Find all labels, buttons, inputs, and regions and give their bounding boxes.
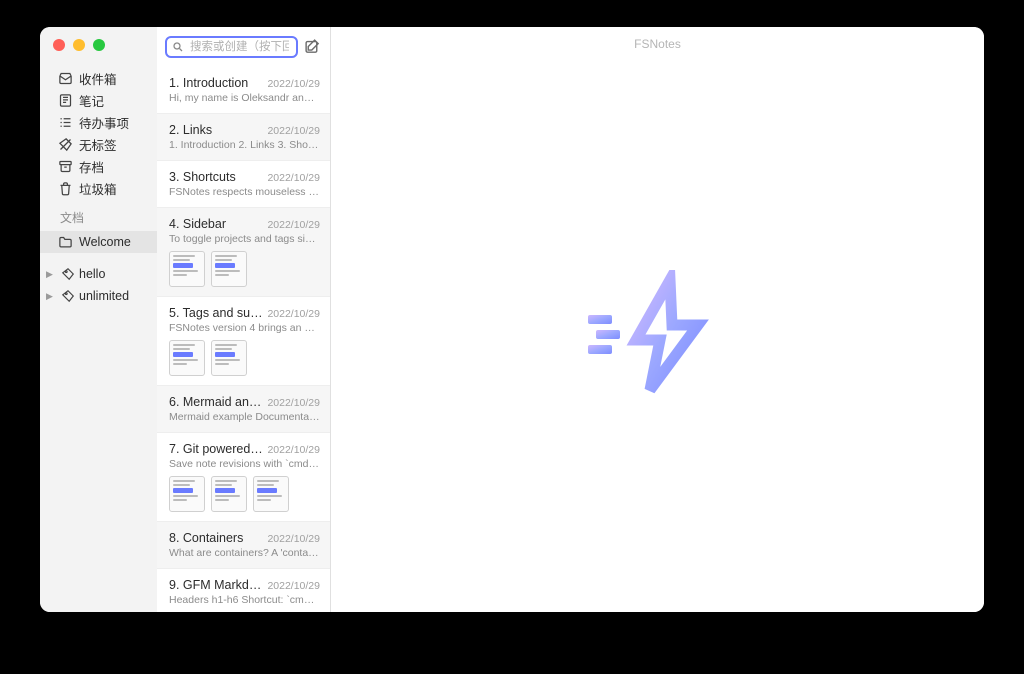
sidebar-project-welcome[interactable]: Welcome (40, 231, 157, 253)
compose-button[interactable] (304, 38, 322, 56)
note-date: 2022/10/29 (267, 444, 320, 456)
note-date: 2022/10/29 (267, 397, 320, 409)
trash-icon (58, 181, 73, 196)
sidebar-label: Welcome (79, 235, 131, 249)
note-item[interactable]: 3. Shortcuts 2022/10/29 FSNotes respects m… (157, 161, 330, 208)
note-date: 2022/10/29 (267, 219, 320, 231)
editor-area: FSNotes (331, 27, 984, 612)
note-title: 5. Tags and subtags (169, 306, 263, 320)
search-icon (172, 41, 184, 53)
sidebar-label: hello (79, 267, 105, 281)
note-date: 2022/10/29 (267, 308, 320, 320)
sidebar-section-documents: 文档 (40, 199, 157, 231)
note-title: 8. Containers (169, 531, 263, 545)
sidebar-label: unlimited (79, 289, 129, 303)
thumbnail (169, 251, 205, 287)
note-item[interactable]: 4. Sidebar 2022/10/29 To toggle projects a… (157, 208, 330, 297)
sidebar-label: 笔记 (79, 91, 104, 110)
app-window: 收件箱 笔记 待办事项 无标签 存档 (40, 27, 984, 612)
sidebar-item-trash[interactable]: 垃圾箱 (40, 177, 157, 199)
note-preview: FSNotes respects mouseless usage, (169, 186, 320, 198)
sidebar-label: 无标签 (79, 135, 117, 154)
note-title: 3. Shortcuts (169, 170, 263, 184)
note-thumbnails (169, 340, 320, 376)
note-date: 2022/10/29 (267, 580, 320, 592)
thumbnail (211, 340, 247, 376)
note-preview: Hi, my name is Oleksandr and I am (169, 92, 320, 104)
sidebar-label: 存档 (79, 157, 104, 176)
sidebar-label: 待办事项 (79, 113, 129, 132)
sidebar-label: 收件箱 (79, 69, 117, 88)
sidebar-item-notes[interactable]: 笔记 (40, 89, 157, 111)
sidebar-item-archive[interactable]: 存档 (40, 155, 157, 177)
tag-icon (60, 267, 75, 282)
note-title: 7. Git powered ver... (169, 442, 263, 456)
note-date: 2022/10/29 (267, 78, 320, 90)
untagged-icon (58, 137, 73, 152)
note-item[interactable]: 7. Git powered ver... 2022/10/29 Save note… (157, 433, 330, 522)
sidebar: 收件箱 笔记 待办事项 无标签 存档 (40, 27, 157, 612)
app-logo-icon (588, 270, 728, 400)
note-item[interactable]: 6. Mermaid and M... 2022/10/29 Mermaid exa… (157, 386, 330, 433)
chevron-right-icon: ▶ (46, 269, 56, 280)
window-title: FSNotes (331, 27, 984, 57)
thumbnail (169, 340, 205, 376)
sidebar-item-todo[interactable]: 待办事项 (40, 111, 157, 133)
note-preview: 1. Introduction 2. Links 3. Shortcuts (169, 139, 320, 151)
folder-icon (58, 235, 73, 250)
thumbnail (211, 476, 247, 512)
search-bar (157, 27, 330, 67)
thumbnail (253, 476, 289, 512)
note-title: 2. Links (169, 123, 263, 137)
sidebar-tag-unlimited[interactable]: ▶ unlimited (40, 285, 157, 307)
note-date: 2022/10/29 (267, 533, 320, 545)
note-item[interactable]: 2. Links 2022/10/29 1. Introduction 2. Lin… (157, 114, 330, 161)
note-preview: Headers h1-h6 Shortcut: `cmd + 1-6` (169, 594, 320, 606)
note-item[interactable]: 1. Introduction 2022/10/29 Hi, my name is … (157, 67, 330, 114)
note-item[interactable]: 5. Tags and subtags 2022/10/29 FSNotes ver… (157, 297, 330, 386)
close-button[interactable] (53, 39, 65, 51)
note-list: 1. Introduction 2022/10/29 Hi, my name is … (157, 67, 330, 612)
inbox-icon (58, 71, 73, 86)
empty-state (331, 57, 984, 612)
note-preview: What are containers? A 'container' is (169, 547, 320, 559)
note-title: 9. GFM Markdown (169, 578, 263, 592)
search-input[interactable] (188, 40, 291, 54)
note-preview: FSNotes version 4 brings an amazing (169, 322, 320, 334)
chevron-right-icon: ▶ (46, 291, 56, 302)
note-date: 2022/10/29 (267, 125, 320, 137)
note-thumbnails (169, 251, 320, 287)
todo-icon (58, 115, 73, 130)
fullscreen-button[interactable] (93, 39, 105, 51)
tag-icon (60, 289, 75, 304)
note-title: 4. Sidebar (169, 217, 263, 231)
minimize-button[interactable] (73, 39, 85, 51)
thumbnail (169, 476, 205, 512)
window-controls (53, 39, 105, 51)
sidebar-label: 垃圾箱 (79, 179, 117, 198)
thumbnail (211, 251, 247, 287)
note-list-panel: 1. Introduction 2022/10/29 Hi, my name is … (157, 27, 331, 612)
note-preview: Save note revisions with `cmd + s` (169, 458, 320, 470)
note-item[interactable]: 9. GFM Markdown 2022/10/29 Headers h1-h6 S… (157, 569, 330, 612)
search-field[interactable] (165, 36, 298, 58)
note-title: 6. Mermaid and M... (169, 395, 263, 409)
archive-icon (58, 159, 73, 174)
sidebar-item-inbox[interactable]: 收件箱 (40, 67, 157, 89)
note-thumbnails (169, 476, 320, 512)
notes-icon (58, 93, 73, 108)
note-preview: Mermaid example Documentation: (169, 411, 320, 423)
note-date: 2022/10/29 (267, 172, 320, 184)
note-title: 1. Introduction (169, 76, 263, 90)
sidebar-item-untagged[interactable]: 无标签 (40, 133, 157, 155)
note-preview: To toggle projects and tags sidebar (169, 233, 320, 245)
sidebar-tag-hello[interactable]: ▶ hello (40, 263, 157, 285)
note-item[interactable]: 8. Containers 2022/10/29 What are containe… (157, 522, 330, 569)
